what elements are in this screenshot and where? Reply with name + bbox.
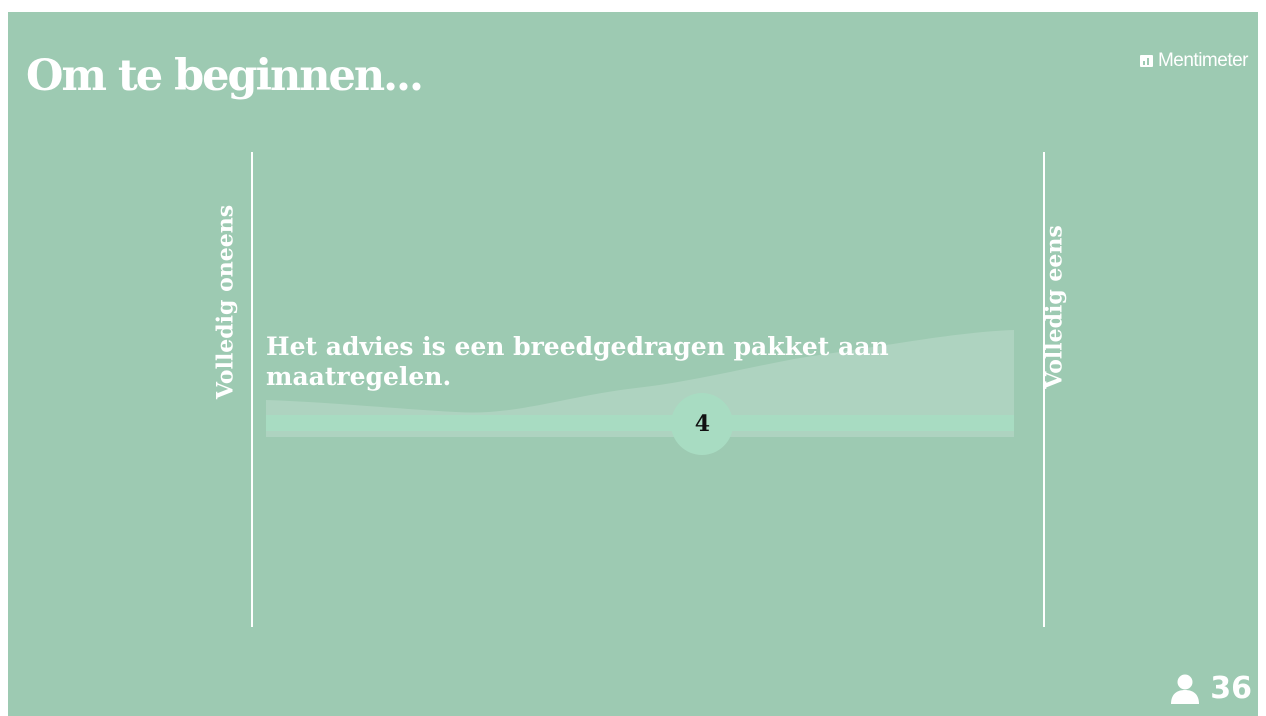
slide: Om te beginnen... Mentimeter Volledig on… <box>8 12 1258 716</box>
statement-text: Het advies is een breedgedragen pakket a… <box>266 332 889 391</box>
scale-left-line <box>251 152 253 627</box>
brand-name: Mentimeter <box>1157 50 1249 71</box>
person-icon <box>1171 674 1200 704</box>
scale-left-label: Volledig oneens <box>212 204 239 400</box>
brand-logo: Mentimeter <box>1139 50 1249 72</box>
scale-track-fill <box>266 415 1014 431</box>
participant-counter: 36 <box>1170 671 1252 706</box>
average-score-marker: 4 <box>671 393 734 455</box>
mentimeter-logo-icon <box>1139 55 1153 67</box>
slide-title: Om te beginnen... <box>26 51 424 101</box>
scale-right-label: Volledig eens <box>1041 225 1068 389</box>
scale-track <box>266 415 1014 431</box>
participant-count: 36 <box>1210 671 1252 706</box>
